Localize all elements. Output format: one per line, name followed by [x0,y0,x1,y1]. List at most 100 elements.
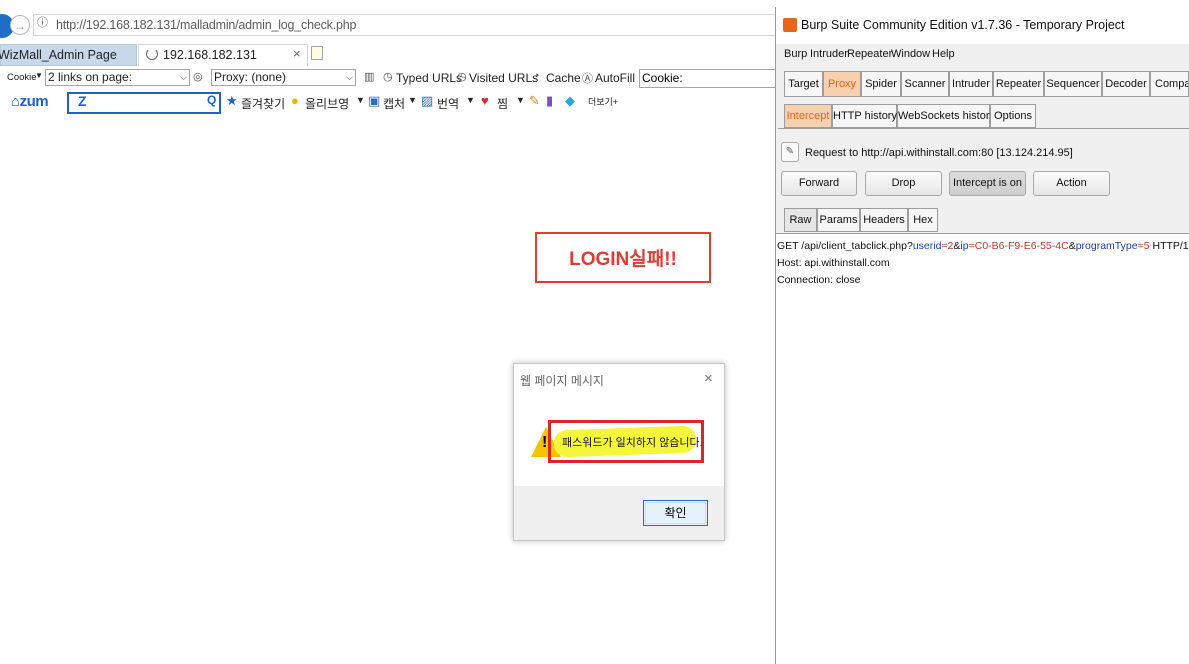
action-button[interactable]: Action [1033,171,1110,196]
warning-mark: ! [542,434,548,451]
jjim-button[interactable]: 찜 [497,95,508,112]
tab-close-icon[interactable]: × [293,46,301,61]
tab-params[interactable]: Params [817,208,860,232]
tab-wizmall-admin-label: WizMall_Admin Page [0,48,117,62]
autofill-button[interactable]: AutoFill [595,71,635,85]
intercept-toggle-button[interactable]: Intercept is on [949,171,1026,196]
param-name: ip [960,240,969,252]
tab-spider[interactable]: Spider [861,71,901,97]
twitter-icon[interactable]: ◆ [565,93,575,109]
tab-sequencer[interactable]: Sequencer [1044,71,1102,97]
proxy-select-value: Proxy: (none) [214,70,287,84]
forward-button[interactable]: → [10,15,30,35]
burp-window-title: Burp Suite Community Edition v1.7.36 - T… [801,18,1125,32]
tab-options[interactable]: Options [990,104,1036,128]
request-line[interactable]: GET /api/client_tabclick.php?userid=2 & ip… [777,240,1189,252]
home-icon: ⌂ [11,93,20,110]
translate-button[interactable]: 번역 [437,95,459,112]
request-editor[interactable] [776,233,1189,664]
zum-logo-text: zum [19,93,49,110]
book-purple-icon[interactable]: ▮ [546,93,553,109]
param-value: =C0-B6-F9-E6-55-4C [968,240,1069,252]
typed-urls-button[interactable]: Typed URLs [396,71,462,85]
burp-logo-icon [783,18,797,32]
info-icon[interactable]: ⓘ [37,16,51,30]
tab-proxy[interactable]: Proxy [823,71,861,97]
sub-panel-divider [778,128,1189,129]
menu-window[interactable]: Window [891,48,930,60]
bookmarks-button[interactable]: 즐겨찾기 [241,95,285,112]
close-icon[interactable]: × [704,370,713,387]
book-icon[interactable]: ▥ [364,70,374,83]
pencil-icon[interactable]: ✎ [781,142,799,162]
menu-repeater[interactable]: Repeater [847,48,892,60]
param-value: =5 [1137,240,1150,252]
request-method-path: GET /api/client_tabclick.php? [777,240,913,252]
chevron-down-icon[interactable]: ▼ [466,95,475,105]
chevron-down-icon[interactable]: ▼ [516,95,525,105]
links-select[interactable]: 2 links on page: ⌵ [45,69,190,86]
param-name: userid [912,240,942,252]
cache-icon: ◔ [533,70,540,82]
chevron-down-icon[interactable]: ▼ [356,95,365,105]
cookie-field[interactable]: Cookie: [639,69,776,88]
tab-hex[interactable]: Hex [908,208,938,232]
translate-icon: ▨ [421,93,434,108]
visited-urls-icon: ◷ [457,71,467,83]
tab-headers[interactable]: Headers [860,208,908,232]
drop-button[interactable]: Drop [865,171,942,196]
request-info: Request to http://api.withinstall.com:80… [805,147,1073,159]
loading-spinner-icon [146,48,158,60]
request-host-header[interactable]: Host: api.withinstall.com [777,257,890,269]
param-separator: & [1068,240,1076,252]
typed-urls-icon: ◷ [383,71,393,83]
dialog-message: 패스워드가 일치하지 않습니다. [562,437,703,449]
param-value: =2 [941,240,954,252]
more-button[interactable]: 더보기+ [588,95,618,108]
broom-icon[interactable]: ✎ [529,93,540,109]
zum-search-input[interactable] [67,92,221,114]
autofill-icon: Ⓐ [582,73,593,85]
cookie-toolbar-label[interactable]: Cookie [7,72,37,83]
chevron-down-icon: ⌵ [346,72,353,82]
menu-burp[interactable]: Burp [784,48,807,60]
tab-raw[interactable]: Raw [784,208,817,232]
ok-button[interactable]: 확인 [643,500,708,526]
tab-repeater[interactable]: Repeater [993,71,1044,97]
tab-active-ip-label: 192.168.182.131 [163,48,257,62]
capture-button[interactable]: 캡처 [383,95,405,112]
links-select-value: 2 links on page: [48,70,133,84]
chevron-down-icon: ⌵ [180,72,187,82]
zum-logo[interactable]: ⌂zum [11,93,49,110]
tab-target[interactable]: Target [784,71,823,97]
tab-decoder[interactable]: Decoder [1102,71,1150,97]
visited-urls-button[interactable]: Visited URLs [469,71,538,85]
tab-intercept[interactable]: Intercept [784,104,832,128]
tab-comparer[interactable]: Compar [1150,71,1189,97]
globe-icon[interactable]: ◎ [193,70,203,83]
address-url[interactable]: http://192.168.182.131/malladmin/admin_l… [56,18,356,32]
olive-icon: ● [291,93,299,108]
search-icon[interactable]: Q [207,93,216,107]
cache-button[interactable]: Cache [546,71,581,85]
proxy-select[interactable]: Proxy: (none) ⌵ [211,69,356,86]
tab-websockets-history[interactable]: WebSockets history [897,104,995,128]
forward-request-button[interactable]: Forward [781,171,857,196]
http-version: HTTP/1.1 [1152,240,1189,252]
dialog-title: 웹 페이지 메시지 [520,374,604,388]
menu-help[interactable]: Help [932,48,955,60]
zum-input-prefix: Z [78,93,87,109]
menu-intruder[interactable]: Intruder [810,48,848,60]
olive-button[interactable]: 올리브영 [305,95,349,112]
chevron-down-icon[interactable]: ▼ [408,95,417,105]
param-name: programType [1075,240,1138,252]
tab-intruder[interactable]: Intruder [949,71,993,97]
tab-scanner[interactable]: Scanner [901,71,949,97]
heart-icon: ♥ [481,93,489,108]
cookie-dropdown-icon[interactable]: ▼ [35,71,43,80]
star-icon: ★ [226,93,238,108]
request-connection-header[interactable]: Connection: close [777,274,860,286]
new-tab-icon[interactable] [311,46,323,60]
tab-http-history[interactable]: HTTP history [832,104,897,128]
capture-icon: ▣ [368,93,381,108]
